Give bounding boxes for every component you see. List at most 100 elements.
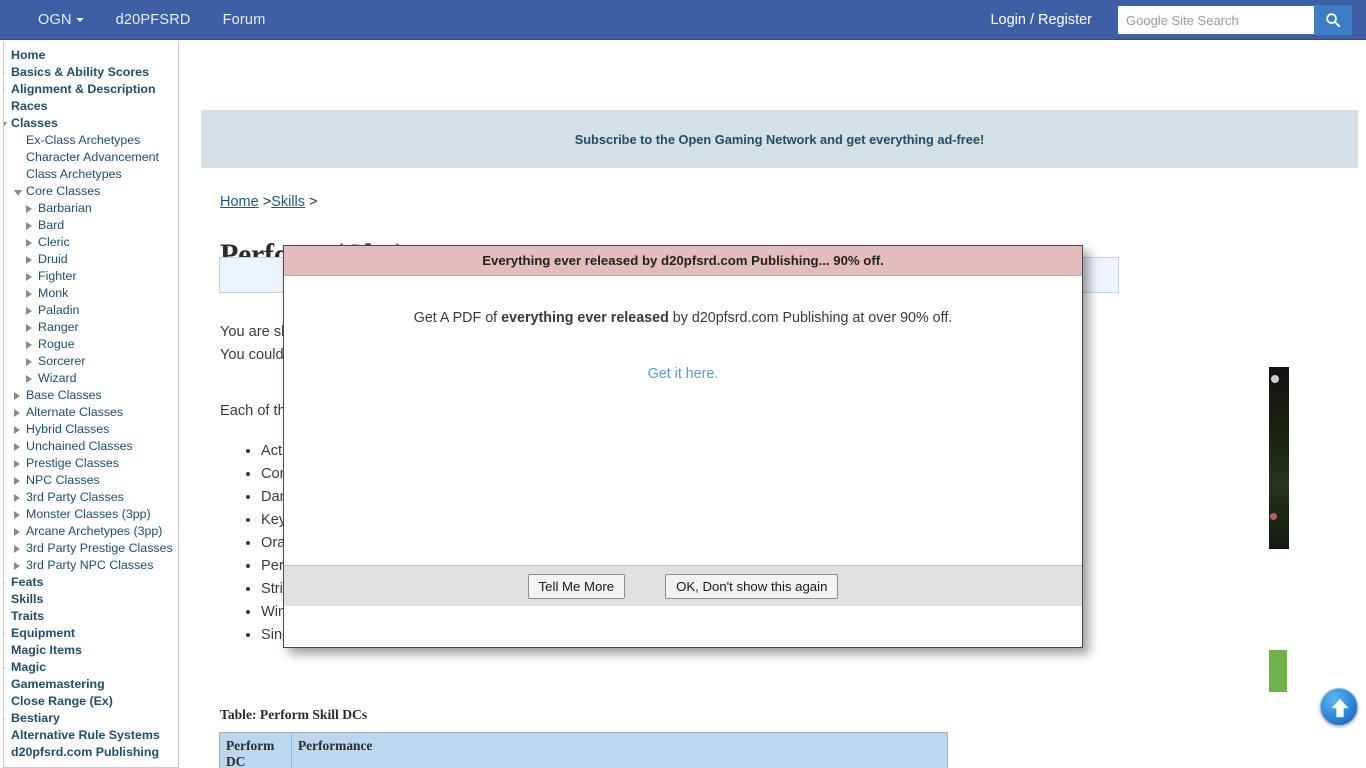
chevron-right-icon[interactable] [4, 579, 5, 587]
sidebar-item-cleric[interactable]: Cleric [4, 234, 178, 251]
chevron-right-icon[interactable] [26, 324, 32, 332]
sidebar-item-label: Core Classes [26, 184, 101, 198]
sidebar-item-fighter[interactable]: Fighter [4, 268, 178, 285]
sidebar-item-close-range-ex[interactable]: Close Range (Ex) [4, 693, 178, 710]
sidebar-item-prestige-classes[interactable]: Prestige Classes [4, 455, 178, 472]
chevron-right-icon[interactable] [4, 630, 5, 638]
sidebar-item-3rd-party-npc-classes[interactable]: 3rd Party NPC Classes [4, 557, 178, 574]
chevron-right-icon[interactable] [14, 545, 20, 553]
chevron-right-icon[interactable] [14, 477, 20, 485]
sidebar-item-home[interactable]: Home [4, 47, 178, 64]
sidebar-item-label: Arcane Archetypes (3pp) [26, 524, 163, 538]
chevron-right-icon[interactable] [4, 715, 5, 723]
sidebar-item-ex-class-archetypes[interactable]: Ex-Class Archetypes [4, 132, 178, 149]
chevron-right-icon[interactable] [26, 239, 32, 247]
modal-get-it-here-link[interactable]: Get it here. [284, 366, 1082, 382]
sidebar-item-druid[interactable]: Druid [4, 251, 178, 268]
sidebar-item-ranger[interactable]: Ranger [4, 319, 178, 336]
nav-item-forum[interactable]: Forum [207, 0, 282, 40]
sidebar-item-rogue[interactable]: Rogue [4, 336, 178, 353]
sidebar-item-bard[interactable]: Bard [4, 217, 178, 234]
chevron-right-icon[interactable] [4, 664, 5, 672]
sidebar-item-alternative-rule-systems[interactable]: Alternative Rule Systems [4, 727, 178, 744]
chevron-right-icon[interactable] [4, 103, 5, 111]
sidebar-item-magic[interactable]: Magic [4, 659, 178, 676]
chevron-right-icon[interactable] [26, 375, 32, 383]
sidebar-item-barbarian[interactable]: Barbarian [4, 200, 178, 217]
dismiss-button[interactable]: OK, Don't show this again [665, 573, 839, 599]
sidebar-item-classes[interactable]: Classes [4, 115, 178, 132]
chevron-right-icon[interactable] [14, 392, 20, 400]
chevron-down-icon[interactable] [4, 122, 7, 128]
sidebar-item-3rd-party-prestige-classes[interactable]: 3rd Party Prestige Classes [4, 540, 178, 557]
sidebar-item-base-classes[interactable]: Base Classes [4, 387, 178, 404]
sidebar-item-bestiary[interactable]: Bestiary [4, 710, 178, 727]
chevron-right-icon[interactable] [26, 341, 32, 349]
table-caption: Table: Perform Skill DCs [220, 707, 368, 722]
subscribe-banner[interactable]: Subscribe to the Open Gaming Network and… [201, 110, 1358, 168]
sidebar-navigation[interactable]: Home Basics & Ability Scores Alignment & D… [3, 42, 179, 768]
sidebar-item-class-archetypes[interactable]: Class Archetypes [4, 166, 178, 183]
search-button[interactable] [1314, 5, 1352, 35]
breadcrumb-skills[interactable]: Skills [271, 194, 305, 210]
chevron-right-icon[interactable] [14, 494, 20, 502]
sidebar-item-feats[interactable]: Feats [4, 574, 178, 591]
nav-item-ogn[interactable]: OGN [22, 0, 100, 40]
login-register-link[interactable]: Login / Register [990, 12, 1092, 28]
sidebar-item-alternate-classes[interactable]: Alternate Classes [4, 404, 178, 421]
chevron-right-icon[interactable] [4, 69, 5, 77]
sidebar-item-character-advancement[interactable]: Character Advancement [4, 149, 178, 166]
chevron-right-icon[interactable] [26, 205, 32, 213]
sidebar-item-monk[interactable]: Monk [4, 285, 178, 302]
sidebar-ad-image[interactable] [1269, 367, 1289, 549]
sidebar-item-sorcerer[interactable]: Sorcerer [4, 353, 178, 370]
modal-message-prefix: Get A PDF of [413, 310, 502, 326]
sidebar-item-npc-classes[interactable]: NPC Classes [4, 472, 178, 489]
sidebar-item-paladin[interactable]: Paladin [4, 302, 178, 319]
sidebar-item-label: Ranger [38, 320, 79, 334]
sidebar-item-hybrid-classes[interactable]: Hybrid Classes [4, 421, 178, 438]
sidebar-item-arcane-archetypes-3pp[interactable]: Arcane Archetypes (3pp) [4, 523, 178, 540]
sidebar-item-unchained-classes[interactable]: Unchained Classes [4, 438, 178, 455]
chevron-right-icon[interactable] [26, 273, 32, 281]
chevron-down-icon[interactable] [14, 190, 22, 196]
sidebar-item-d20pfsrd-com-publishing[interactable]: d20pfsrd.com Publishing [4, 744, 178, 761]
sidebar-item-basics-ability-scores[interactable]: Basics & Ability Scores [4, 64, 178, 81]
chevron-right-icon[interactable] [4, 86, 5, 94]
sidebar-item-gamemastering[interactable]: Gamemastering [4, 676, 178, 693]
sidebar-item-monster-classes-3pp[interactable]: Monster Classes (3pp) [4, 506, 178, 523]
sidebar-item-wizard[interactable]: Wizard [4, 370, 178, 387]
chevron-right-icon[interactable] [26, 307, 32, 315]
sidebar-item-3rd-party-classes[interactable]: 3rd Party Classes [4, 489, 178, 506]
chevron-right-icon[interactable] [26, 358, 32, 366]
chevron-right-icon[interactable] [4, 732, 5, 740]
chevron-right-icon[interactable] [4, 647, 5, 655]
sidebar-item-alignment-description[interactable]: Alignment & Description [4, 81, 178, 98]
chevron-right-icon[interactable] [14, 443, 20, 451]
chevron-right-icon[interactable] [14, 409, 20, 417]
sidebar-item-label: Bard [38, 218, 65, 232]
breadcrumb-home[interactable]: Home [220, 194, 259, 210]
chevron-right-icon[interactable] [14, 562, 20, 570]
chevron-right-icon[interactable] [26, 290, 32, 298]
scroll-to-top-button[interactable] [1320, 688, 1358, 726]
sidebar-item-label: Equipment [11, 626, 76, 640]
ad-green-button[interactable] [1269, 650, 1287, 692]
sidebar-item-traits[interactable]: Traits [4, 608, 178, 625]
chevron-right-icon[interactable] [4, 681, 5, 689]
chevron-right-icon[interactable] [14, 426, 20, 434]
sidebar-item-magic-items[interactable]: Magic Items [4, 642, 178, 659]
sidebar-item-skills[interactable]: Skills [4, 591, 178, 608]
sidebar-item-core-classes[interactable]: Core Classes [4, 183, 178, 200]
chevron-right-icon[interactable] [14, 511, 20, 519]
chevron-right-icon[interactable] [26, 222, 32, 230]
search-input[interactable] [1118, 6, 1314, 34]
nav-item-d20pfsrd[interactable]: d20PFSRD [100, 0, 207, 40]
chevron-right-icon[interactable] [14, 528, 20, 536]
sidebar-item-races[interactable]: Races [4, 98, 178, 115]
sidebar-item-equipment[interactable]: Equipment [4, 625, 178, 642]
chevron-right-icon[interactable] [14, 460, 20, 468]
subscribe-link[interactable]: Subscribe to the Open Gaming Network and… [575, 132, 985, 147]
chevron-right-icon[interactable] [26, 256, 32, 264]
tell-me-more-button[interactable]: Tell Me More [527, 573, 626, 599]
